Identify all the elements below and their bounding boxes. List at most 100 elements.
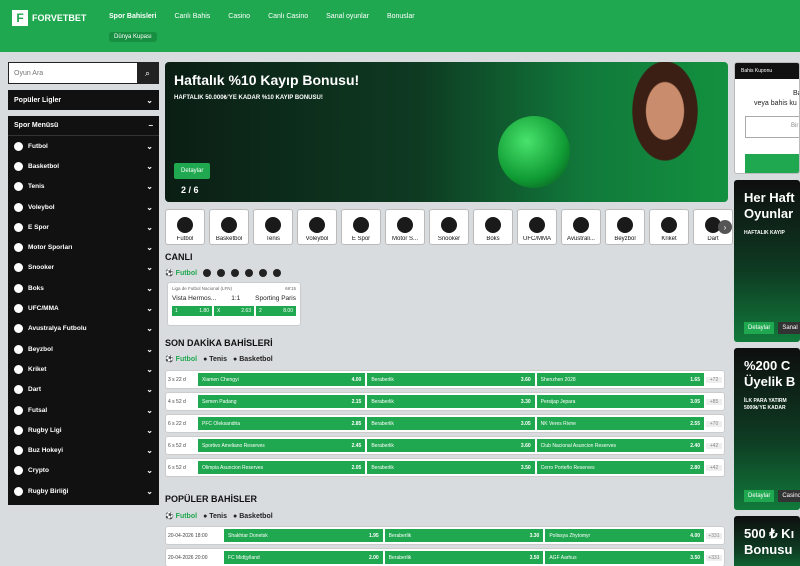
hockey-icon[interactable] [259,269,268,277]
sidebar-item-boks[interactable]: Boks ⌄ [8,278,159,298]
live-match-card[interactable]: Liga de Futbol Nacional (LFN) 69'15 Vista… [167,282,301,326]
more-markets-button[interactable]: +72 [706,376,722,383]
odd-away[interactable]: Club Nacional Asuncion Reserves 2.40 [536,439,704,452]
filter-futbol[interactable]: ⚽ Futbol [165,355,197,363]
odd-draw[interactable]: Beraberlik 3.30 [367,395,535,408]
sport-tab-ufc-mma[interactable]: UFC/MMA [517,209,557,245]
more-markets-button[interactable]: +70 [706,420,722,427]
sport-tab-futbol[interactable]: Futbol [165,209,205,245]
odd-away[interactable]: Cerro Porteño Reserves 2.80 [536,461,704,474]
odd-draw[interactable]: Beraberlik 3.30 [384,529,544,542]
sport-tab-e-spor[interactable]: E Spor [341,209,381,245]
odd-away[interactable]: NK Veres Rivne 2.55 [536,417,704,430]
odd-draw[interactable]: Beraberlik 3.05 [367,417,535,430]
sport-tab-motor-s[interactable]: Motor S... [385,209,425,245]
odd-draw[interactable]: Beraberlik 3.50 [367,461,535,474]
promo-card-3[interactable]: 500 ₺ Kı Bonusu [734,516,800,566]
sidebar-item-dart[interactable]: Dart ⌄ [8,380,159,400]
subnav-dunya-kupasi[interactable]: Dünya Kupası [109,32,157,42]
odd-home[interactable]: Olimpia Asuncion Reserves 2.05 [198,461,366,474]
odd-away[interactable]: AGF Aarhus 3.50 [545,551,705,564]
odd-draw[interactable]: Beraberlik 3.60 [367,373,535,386]
sport-tab-avustrali[interactable]: Avustrali... [561,209,601,245]
filter-futbol[interactable]: ⚽ Futbol [165,269,197,277]
odd-x[interactable]: X 2.63 [214,306,254,316]
match-row[interactable]: 6 s 52 d Olimpia Asuncion Reserves 2.05 Ber… [165,458,725,477]
sidebar-item-futbol[interactable]: Futbol ⌄ [8,136,159,156]
nav-bonuslar[interactable]: Bonuslar [387,13,415,20]
sidebar-item-avustralya-futbolu[interactable]: Avustralya Futbolu ⌄ [8,319,159,339]
match-row[interactable]: 3 s 22 d Xiamen Chengyi 4.00 Beraberlik 3.60… [165,370,725,389]
bet-slip-input[interactable]: Bir [745,116,799,138]
sport-tab-snooker[interactable]: Snooker [429,209,469,245]
populer-ligler-panel[interactable]: Popüler Ligler ⌄ [8,90,159,110]
promo-card-1[interactable]: Her Haft Oyunlar HAFTALIK KAYIP Detaylar… [734,180,800,342]
more-markets-button[interactable]: +85 [706,398,722,405]
promo-card-2[interactable]: %200 C Üyelik B İLK PARA YATIRM 5000₺'YE… [734,348,800,510]
odd-home[interactable]: FC Midtjylland 2.00 [224,551,383,564]
tennis-icon[interactable] [217,269,226,277]
match-row[interactable]: 20-04-2026 18:00 Shakhtar Donetsk 1.95 Bera… [165,526,725,545]
collapse-icon[interactable]: − [148,121,153,130]
nav-spor-bahisleri[interactable]: Spor Bahisleri [109,13,156,20]
odd-away[interactable]: Shenzhen 2028 1.65 [536,373,704,386]
sidebar-item-basketbol[interactable]: Basketbol ⌄ [8,156,159,176]
bet-slip-button[interactable] [745,154,799,173]
sidebar-item-motor-sporlar[interactable]: Motor Sporları ⌄ [8,237,159,257]
snooker-icon[interactable] [273,269,282,277]
sport-tab-basketbol[interactable]: Basketbol [209,209,249,245]
match-row[interactable]: 20-04-2026 20:00 FC Midtjylland 2.00 Berabe… [165,548,725,566]
promo2-secondary-button[interactable]: Casino [778,490,800,502]
odd-2[interactable]: 2 8.00 [256,306,296,316]
sidebar-item-voleybol[interactable]: Voleybol ⌄ [8,197,159,217]
filter-basketbol[interactable]: ● Basketbol [233,356,273,363]
sidebar-item-kriket[interactable]: Kriket ⌄ [8,359,159,379]
sidebar-item-snooker[interactable]: Snooker ⌄ [8,258,159,278]
promo2-details-button[interactable]: Detaylar [744,490,775,502]
esports-icon[interactable] [245,269,254,277]
odd-draw[interactable]: Beraberlik 3.50 [384,551,544,564]
match-row[interactable]: 6 s 22 d PFC Oleksandria 2.85 Beraberlik 3.0… [165,414,725,433]
filter-basketbol[interactable]: ● Basketbol [233,513,273,520]
odd-home[interactable]: Semen Padang 2.15 [198,395,366,408]
chevron-right-icon[interactable]: › [718,220,732,234]
odd-home[interactable]: Xiamen Chengyi 4.00 [198,373,366,386]
filter-tenis[interactable]: ● Tenis [203,356,227,363]
more-markets-button[interactable]: +42 [706,464,722,471]
sport-tab-tenis[interactable]: Tenis [253,209,293,245]
sidebar-item-e-spor[interactable]: E Spor ⌄ [8,217,159,237]
filter-futbol[interactable]: ⚽ Futbol [165,512,197,520]
sport-tab-voleybol[interactable]: Voleybol [297,209,337,245]
odd-away[interactable]: Persijap Jepara 3.05 [536,395,704,408]
sidebar-item-tenis[interactable]: Tenis ⌄ [8,177,159,197]
sport-tab-kriket[interactable]: Kriket [649,209,689,245]
banner-details-button[interactable]: Detaylar [174,163,211,179]
sidebar-item-futsal[interactable]: Futsal ⌄ [8,400,159,420]
sidebar-item-beyzbol[interactable]: Beyzbol ⌄ [8,339,159,359]
sport-tab-beyzbol[interactable]: Beyzbol [605,209,645,245]
sidebar-item-crypto[interactable]: Crypto ⌄ [8,461,159,481]
odd-away[interactable]: Polissya Zhytomyr 4.00 [545,529,705,542]
volleyball-icon[interactable] [231,269,240,277]
basketball-icon[interactable] [203,269,212,277]
odd-draw[interactable]: Beraberlik 3.60 [367,439,535,452]
nav-canli-bahis[interactable]: Canlı Bahis [174,13,210,20]
promo-banner[interactable]: Haftalık %10 Kayıp Bonusu! HAFTALIK 50.0… [165,62,728,202]
promo1-secondary-button[interactable]: Sanal [778,322,800,334]
odd-home[interactable]: PFC Oleksandria 2.85 [198,417,366,430]
more-markets-button[interactable]: +331 [706,532,722,539]
promo1-details-button[interactable]: Detaylar [744,322,775,334]
search-input[interactable] [9,63,137,83]
filter-tenis[interactable]: ● Tenis [203,513,227,520]
sport-tab-boks[interactable]: Boks [473,209,513,245]
odd-home[interactable]: Sportivo Ameliano Reserves 2.45 [198,439,366,452]
nav-casino[interactable]: Casino [228,13,250,20]
odd-1[interactable]: 1 1.80 [172,306,212,316]
nav-sanal-oyunlar[interactable]: Sanal oyunlar [326,13,369,20]
more-markets-button[interactable]: +331 [706,554,722,561]
nav-canli-casino[interactable]: Canlı Casino [268,13,308,20]
more-markets-button[interactable]: +42 [706,442,722,449]
match-row[interactable]: 4 s 52 d Semen Padang 2.15 Beraberlik 3.30 Pe… [165,392,725,411]
match-row[interactable]: 6 s 52 d Sportivo Ameliano Reserves 2.45 Be… [165,436,725,455]
sidebar-item-ufc-mma[interactable]: UFC/MMA ⌄ [8,298,159,318]
